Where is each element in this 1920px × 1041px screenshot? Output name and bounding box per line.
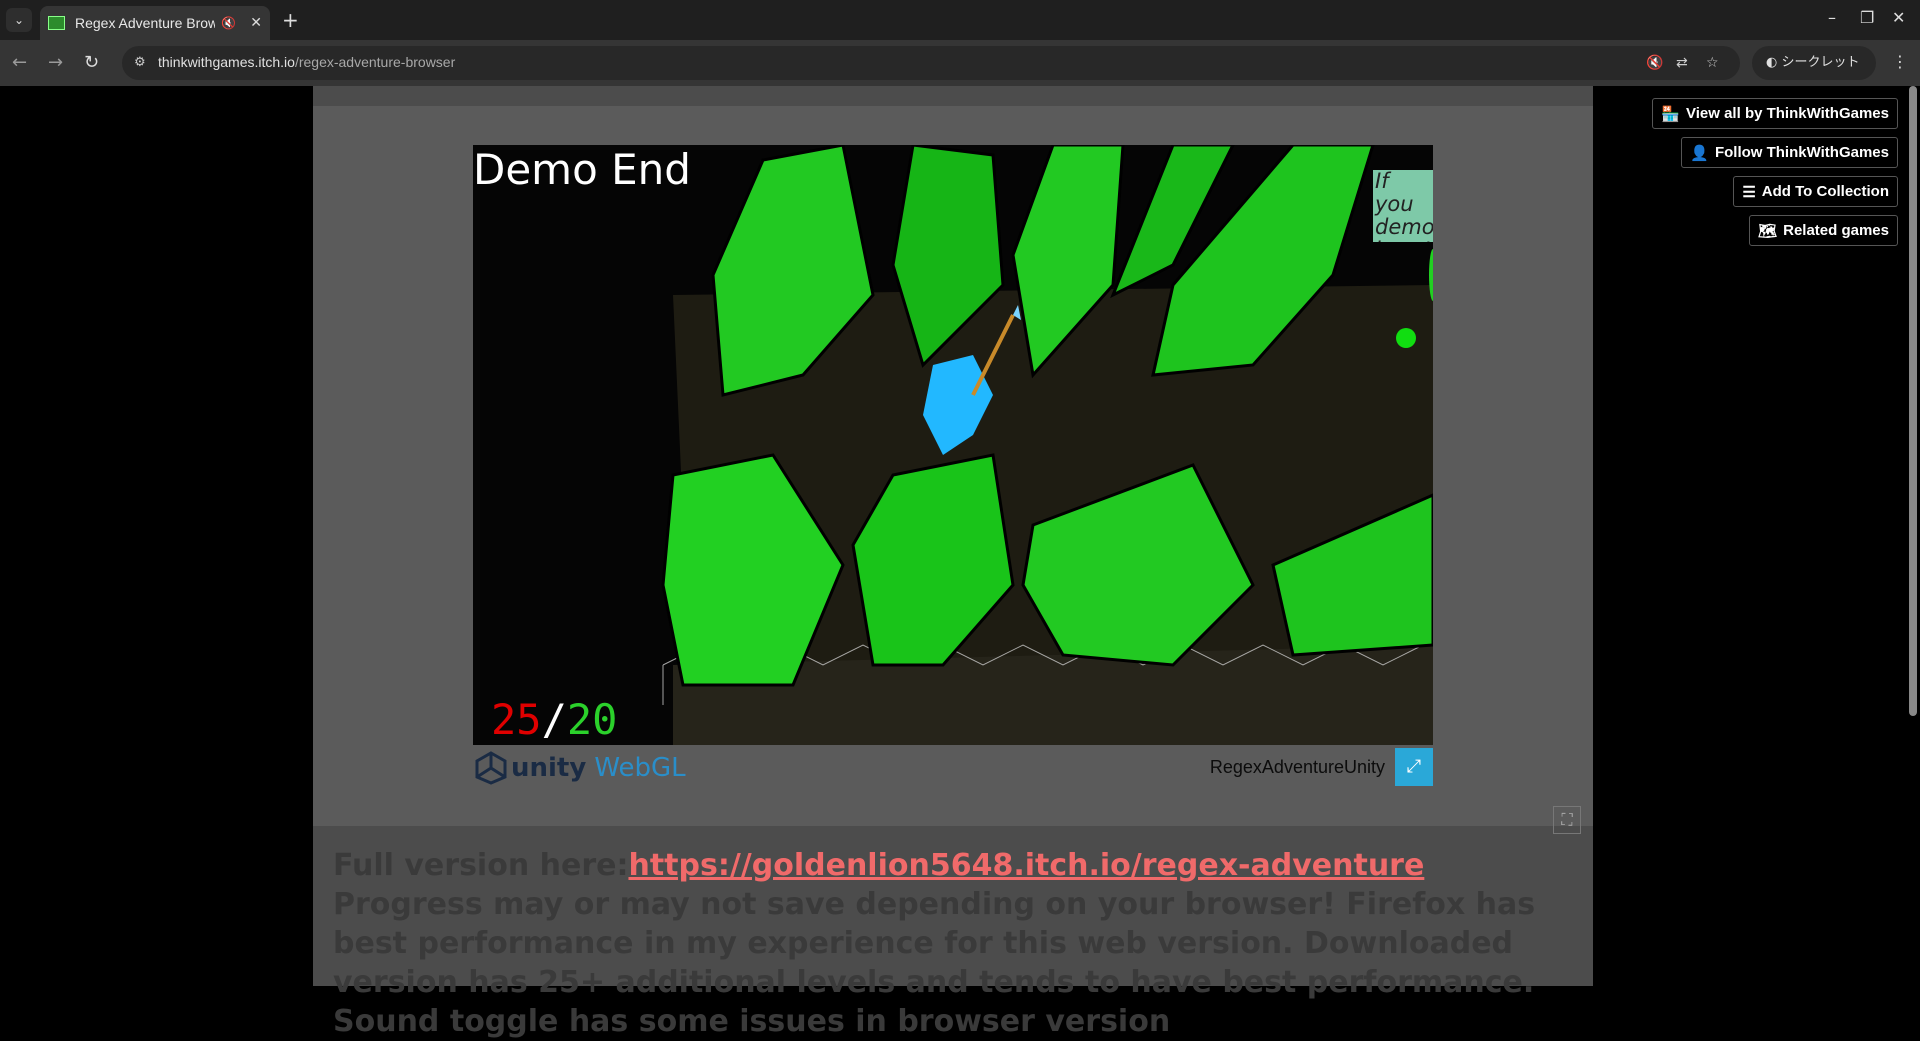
- related-games-label: Related games: [1783, 222, 1889, 239]
- game-description: Full version here:https://goldenlion5648…: [333, 846, 1573, 1041]
- close-window-icon[interactable]: ✕: [1892, 8, 1905, 27]
- unity-word: unity: [511, 753, 587, 783]
- site-muted-icon[interactable]: 🔇: [1646, 55, 1663, 71]
- tab-title: Regex Adventure Browser: [74, 15, 216, 31]
- tab-strip: ⌄ Regex Adventure Browser 🔇 ✕ + – ❐ ✕: [0, 0, 1920, 40]
- unity-footer: unity WebGL RegexAdventureUnity ⤢: [473, 748, 1433, 788]
- minimize-window-icon[interactable]: –: [1828, 8, 1836, 27]
- tab-close-icon[interactable]: ✕: [250, 15, 262, 31]
- related-games-button[interactable]: 🗺 Related games: [1749, 215, 1898, 246]
- active-tab[interactable]: Regex Adventure Browser 🔇 ✕: [40, 6, 270, 40]
- tab-muted-icon[interactable]: 🔇: [221, 16, 236, 30]
- full-version-link[interactable]: https://goldenlion5648.itch.io/regex-adv…: [628, 848, 1424, 883]
- description-rest: Progress may or may not save depending o…: [333, 887, 1536, 1039]
- browser-toolbar: ← → ↻ ⚙ thinkwithgames.itch.io/regex-adv…: [0, 40, 1920, 86]
- url-text[interactable]: thinkwithgames.itch.io/regex-adventure-b…: [158, 54, 455, 70]
- site-info-icon[interactable]: ⚙: [134, 55, 146, 70]
- score-current: 25: [491, 695, 542, 744]
- incognito-indicator[interactable]: ◐ シークレット: [1752, 46, 1876, 80]
- map-icon: 🗺: [1758, 222, 1778, 240]
- store-icon: 🏪: [1661, 105, 1681, 123]
- back-icon[interactable]: ←: [12, 52, 27, 73]
- game-canvas[interactable]: Demo End If you demo, here! 25/20: [473, 145, 1433, 745]
- game-page-column: Demo End If you demo, here! 25/20 unity …: [313, 86, 1593, 1039]
- build-title: RegexAdventureUnity: [1209, 757, 1385, 777]
- restore-window-icon[interactable]: ❐: [1860, 8, 1874, 27]
- view-all-label: View all by ThinkWithGames: [1686, 105, 1889, 122]
- score-counter: 25/20: [491, 695, 617, 744]
- game-embed-frame: Demo End If you demo, here! 25/20 unity …: [313, 106, 1593, 834]
- unity-webgl-logo: unity WebGL: [473, 750, 686, 786]
- description-lead: Full version here:: [333, 848, 629, 883]
- new-tab-button[interactable]: +: [282, 8, 299, 32]
- reload-icon[interactable]: ↻: [84, 52, 99, 73]
- embed-fullscreen-icon[interactable]: ⛶: [1553, 806, 1581, 834]
- translate-icon[interactable]: ⇄: [1676, 55, 1688, 71]
- add-to-collection-label: Add To Collection: [1761, 183, 1889, 200]
- forward-icon[interactable]: →: [48, 52, 63, 73]
- incognito-icon: ◐: [1766, 55, 1782, 70]
- follow-button[interactable]: 👤 Follow ThinkWithGames: [1681, 137, 1898, 168]
- url-host: thinkwithgames.itch.io: [158, 54, 295, 70]
- follow-user-icon: 👤: [1690, 144, 1709, 162]
- tab-search-button[interactable]: ⌄: [6, 8, 32, 32]
- unity-fullscreen-button[interactable]: ⤢: [1395, 748, 1433, 786]
- add-to-collection-button[interactable]: ☰ Add To Collection: [1733, 176, 1898, 207]
- demo-end-title: Demo End: [473, 145, 691, 194]
- follow-label: Follow ThinkWithGames: [1714, 144, 1889, 161]
- score-separator: /: [541, 695, 567, 744]
- address-bar[interactable]: ⚙ thinkwithgames.itch.io/regex-adventure…: [122, 46, 1740, 80]
- webgl-word: WebGL: [594, 753, 686, 783]
- site-favicon-icon: [48, 16, 65, 30]
- score-max: 20: [566, 695, 618, 744]
- incognito-label: シークレット: [1781, 55, 1860, 70]
- bookmark-star-icon[interactable]: ☆: [1706, 55, 1719, 71]
- demo-note-sign: If you demo, here!: [1373, 170, 1433, 242]
- user-tools: 🏪 View all by ThinkWithGames 👤 Follow Thin…: [1652, 98, 1898, 254]
- page-scrollbar[interactable]: [1909, 86, 1917, 716]
- add-to-list-icon: ☰: [1742, 183, 1756, 201]
- page-viewport: Demo End If you demo, here! 25/20 unity …: [0, 86, 1920, 1039]
- unity-logo-icon: [475, 751, 507, 785]
- view-all-button[interactable]: 🏪 View all by ThinkWithGames: [1652, 98, 1898, 129]
- game-scene-image: [473, 145, 1433, 745]
- browser-menu-icon[interactable]: ⋮: [1892, 52, 1908, 71]
- url-path: /regex-adventure-browser: [294, 54, 456, 70]
